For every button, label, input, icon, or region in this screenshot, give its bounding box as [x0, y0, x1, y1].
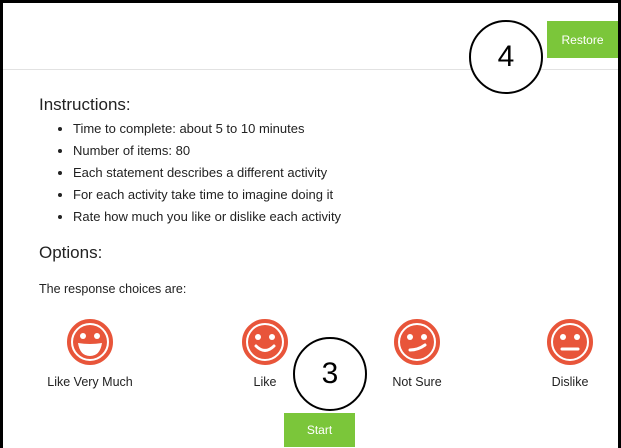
callout-marker: 3 — [293, 337, 367, 411]
instructions-list: Time to complete: about 5 to 10 minutes … — [39, 118, 341, 228]
start-button[interactable]: Start — [284, 413, 355, 447]
options-heading: Options: — [39, 243, 103, 262]
instruction-item: Number of items: 80 — [73, 140, 341, 162]
restore-button[interactable]: Restore — [547, 21, 618, 58]
unsure-face-icon — [394, 319, 440, 365]
instruction-item: Time to complete: about 5 to 10 minutes — [73, 118, 341, 140]
instruction-item: Each statement describes a different act… — [73, 162, 341, 184]
laughing-face-icon — [67, 319, 113, 365]
smiling-face-icon — [242, 319, 288, 365]
instruction-item: Rate how much you like or dislike each a… — [73, 206, 341, 228]
choice-label: Dislike — [551, 375, 589, 389]
instruction-item: For each activity take time to imagine d… — [73, 184, 341, 206]
instructions-heading: Instructions: — [39, 95, 131, 114]
response-choices-intro: The response choices are: — [39, 282, 187, 296]
neutral-face-icon — [547, 319, 593, 365]
choice-label: Like Very Much — [47, 375, 133, 389]
callout-marker: 4 — [469, 20, 543, 94]
choice-label: Not Sure — [392, 375, 442, 389]
